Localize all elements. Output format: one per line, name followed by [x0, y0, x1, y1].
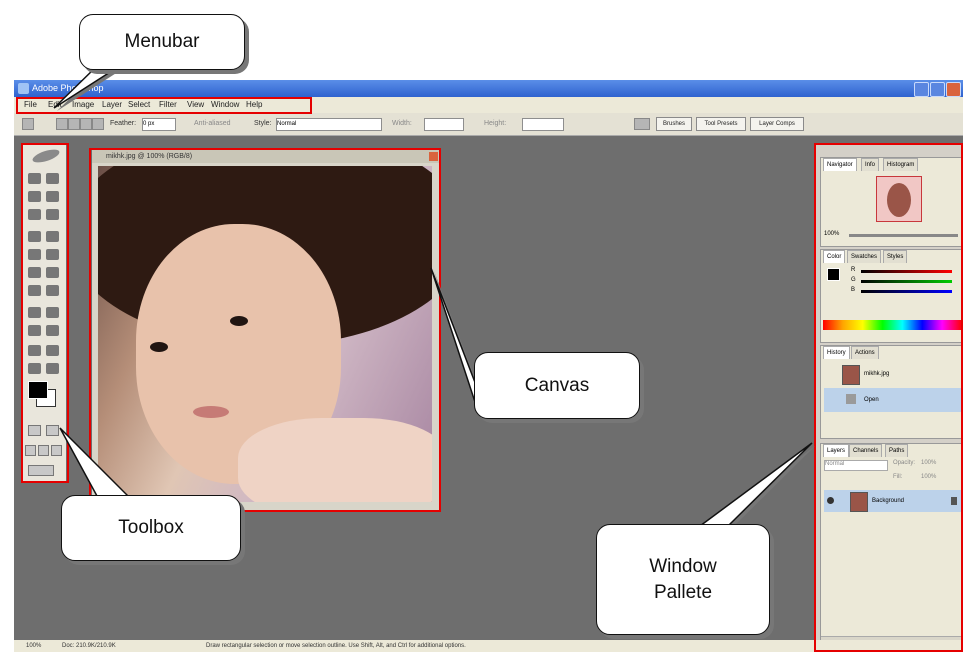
window-pallete-callout: Window Pallete	[596, 524, 770, 635]
canvas-callout: Canvas	[474, 352, 640, 419]
canvas-pointer	[430, 267, 477, 406]
toolbox-callout: Toolbox	[61, 495, 241, 561]
menubar-pointer	[53, 66, 121, 109]
window-pallete-callout-text: Window Pallete	[649, 555, 717, 603]
toolbox-pointer	[59, 427, 130, 497]
palette-pointer	[697, 442, 813, 527]
menubar-callout: Menubar	[79, 14, 245, 70]
